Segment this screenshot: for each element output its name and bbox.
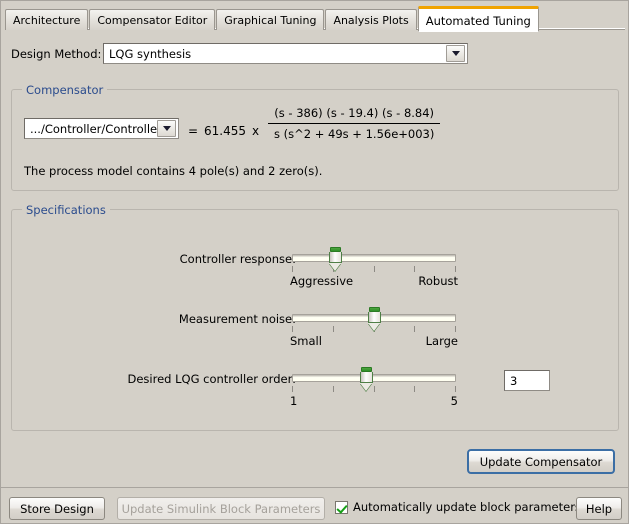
chevron-down-icon[interactable] — [446, 45, 465, 62]
spec-label: Measurement noise: — [179, 312, 296, 326]
slider-ticks — [292, 266, 456, 273]
spec-row-measurement-noise: Measurement noise: Small Large — [12, 296, 618, 354]
specifications-group: Specifications Controller response: Aggr… — [11, 209, 619, 431]
compensator-group: Compensator .../Controller/Controller = … — [11, 89, 619, 191]
compensator-group-title: Compensator — [22, 83, 107, 97]
slider-thumb[interactable] — [360, 367, 373, 391]
slider-min-label: 1 — [290, 394, 297, 408]
tab-analysis-plots[interactable]: Analysis Plots — [325, 9, 416, 30]
fraction-bar — [268, 123, 440, 124]
design-method-select[interactable]: LQG synthesis — [103, 43, 468, 64]
auto-update-checkbox[interactable] — [335, 501, 348, 514]
fraction-denominator: s (s^2 + 49s + 1.56e+003) — [268, 125, 440, 143]
controller-select[interactable]: .../Controller/Controller — [24, 118, 179, 139]
slider-max-label: Large — [426, 334, 458, 348]
slider-min-label: Small — [290, 334, 322, 348]
tab-label: Automated Tuning — [426, 14, 531, 28]
auto-update-label: Automatically update block parameters — [353, 500, 581, 514]
equation-times-sign: x — [252, 124, 259, 138]
help-button[interactable]: Help — [576, 497, 622, 520]
chevron-down-icon[interactable] — [157, 120, 176, 137]
tab-compensator-editor[interactable]: Compensator Editor — [89, 9, 215, 30]
specifications-group-title: Specifications — [22, 203, 110, 217]
bottom-divider — [1, 487, 629, 488]
update-compensator-button[interactable]: Update Compensator — [467, 449, 615, 474]
lqg-order-input[interactable]: 3 — [504, 370, 550, 391]
spec-row-controller-response: Controller response: Aggressive Robust — [12, 236, 618, 294]
spec-label: Controller response: — [180, 252, 296, 266]
tab-label: Compensator Editor — [97, 14, 207, 27]
slider-ticks — [292, 386, 456, 393]
controller-select-value: .../Controller/Controller — [25, 122, 157, 136]
tab-graphical-tuning[interactable]: Graphical Tuning — [216, 9, 324, 30]
slider-thumb[interactable] — [368, 307, 381, 331]
tab-bar: Architecture Compensator Editor Graphica… — [5, 6, 625, 30]
automated-tuning-panel: Architecture Compensator Editor Graphica… — [0, 0, 629, 524]
equation-equals-sign: = — [188, 124, 198, 138]
slider-max-label: Robust — [418, 274, 458, 288]
design-method-label: Design Method: — [11, 47, 101, 61]
equation-gain: 61.455 — [204, 124, 246, 138]
tab-label: Graphical Tuning — [224, 14, 316, 27]
spec-row-lqg-order: Desired LQG controller order: 1 5 3 — [12, 356, 618, 414]
tab-label: Architecture — [13, 14, 80, 27]
slider-controller-response[interactable]: Aggressive Robust — [292, 244, 456, 278]
store-design-button[interactable]: Store Design — [9, 497, 105, 520]
update-simulink-block-parameters-button: Update Simulink Block Parameters — [117, 497, 325, 520]
tab-automated-tuning[interactable]: Automated Tuning — [418, 6, 539, 32]
slider-track[interactable] — [292, 254, 456, 262]
slider-max-label: 5 — [451, 394, 458, 408]
design-method-value: LQG synthesis — [104, 47, 446, 61]
slider-lqg-order[interactable]: 1 5 — [292, 364, 456, 398]
slider-track[interactable] — [292, 374, 456, 382]
fraction-numerator: (s - 386) (s - 19.4) (s - 8.84) — [268, 104, 440, 122]
tab-label: Analysis Plots — [333, 14, 408, 27]
spec-label: Desired LQG controller order: — [127, 372, 296, 386]
process-model-note: The process model contains 4 pole(s) and… — [24, 164, 322, 178]
slider-measurement-noise[interactable]: Small Large — [292, 304, 456, 338]
auto-update-checkbox-row[interactable]: Automatically update block parameters — [335, 500, 581, 514]
slider-min-label: Aggressive — [290, 274, 353, 288]
transfer-function-fraction: (s - 386) (s - 19.4) (s - 8.84) s (s^2 +… — [268, 104, 440, 143]
design-method-row: Design Method: LQG synthesis — [11, 43, 621, 65]
tab-architecture[interactable]: Architecture — [5, 9, 88, 30]
slider-thumb[interactable] — [329, 247, 342, 271]
